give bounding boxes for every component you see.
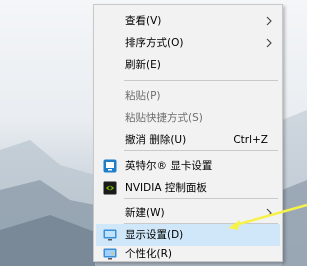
- menu-item-paste[interactable]: 粘贴(P): [96, 85, 280, 107]
- menu-item-personalize[interactable]: 个性化(R): [96, 243, 280, 265]
- menu-item-refresh[interactable]: 刷新(E): [96, 54, 280, 76]
- menu-item-label: 英特尔® 显卡设置: [125, 160, 213, 172]
- intel-graphics-icon: [103, 159, 117, 173]
- menu-item-nvidia-control-panel[interactable]: NVIDIA 控制面板: [96, 177, 280, 199]
- menu-separator: [124, 80, 278, 81]
- menu-item-label: 排序方式(O): [125, 37, 184, 49]
- menu-item-shortcut: Ctrl+Z: [233, 134, 268, 146]
- menu-item-label: 个性化(R): [125, 248, 172, 260]
- chevron-right-icon: [266, 208, 272, 218]
- desktop-context-menu: 查看(V) 排序方式(O) 刷新(E) 粘贴(P) 粘贴快捷方式(S) 撤消 删…: [93, 4, 283, 262]
- display-settings-icon: [103, 229, 117, 241]
- nvidia-icon: [103, 181, 117, 195]
- menu-item-undo-delete[interactable]: 撤消 删除(U) Ctrl+Z: [96, 129, 280, 151]
- menu-separator: [124, 198, 278, 199]
- menu-item-label: 粘贴快捷方式(S): [125, 112, 203, 124]
- menu-item-label: 新建(W): [125, 207, 165, 219]
- menu-item-label: 刷新(E): [125, 59, 161, 71]
- menu-item-intel-graphics[interactable]: 英特尔® 显卡设置: [96, 155, 280, 177]
- personalize-icon: [103, 248, 117, 260]
- menu-item-label: 查看(V): [125, 15, 162, 27]
- menu-item-new[interactable]: 新建(W): [96, 202, 280, 224]
- menu-item-label: 撤消 删除(U): [125, 134, 187, 146]
- chevron-right-icon: [266, 16, 272, 26]
- menu-separator: [124, 150, 278, 151]
- menu-item-label: NVIDIA 控制面板: [125, 182, 207, 194]
- menu-item-paste-shortcut[interactable]: 粘贴快捷方式(S): [96, 107, 280, 129]
- chevron-right-icon: [266, 38, 272, 48]
- menu-item-label: 粘贴(P): [125, 90, 161, 102]
- menu-item-sort-by[interactable]: 排序方式(O): [96, 32, 280, 54]
- menu-item-view[interactable]: 查看(V): [96, 10, 280, 32]
